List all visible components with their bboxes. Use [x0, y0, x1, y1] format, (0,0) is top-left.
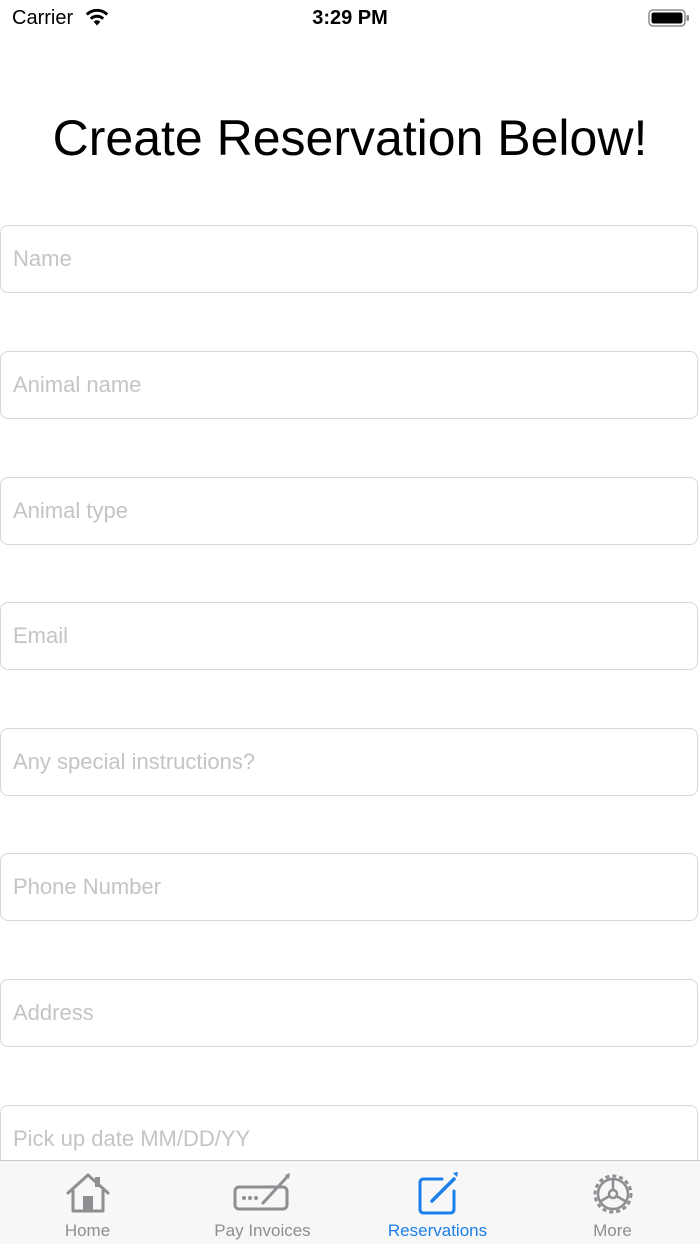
address-field-container — [0, 979, 698, 1047]
home-icon — [66, 1173, 109, 1213]
battery-icon — [648, 9, 689, 27]
address-field[interactable] — [1, 980, 697, 1046]
tab-pay-invoices[interactable]: Pay Invoices — [175, 1161, 350, 1245]
animal-type-field-container — [0, 477, 698, 545]
gear-icon — [593, 1174, 632, 1214]
animal-name-field[interactable] — [1, 352, 697, 418]
status-time: 3:29 PM — [312, 7, 388, 29]
name-field[interactable] — [1, 226, 697, 292]
compose-icon — [418, 1172, 458, 1215]
status-bar: Carrier 3:29 PM — [0, 0, 700, 40]
signature-icon — [233, 1173, 290, 1211]
animal-name-field-container — [0, 351, 698, 419]
tab-reservations[interactable]: Reservations — [350, 1161, 525, 1245]
page-title: Create Reservation Below! — [52, 110, 648, 166]
email-field-container — [0, 602, 698, 670]
tab-home-label: Home — [64, 1221, 111, 1240]
tab-more[interactable]: More — [525, 1161, 700, 1245]
tab-home[interactable]: Home — [0, 1161, 175, 1245]
email-field[interactable] — [1, 603, 697, 669]
special-instructions-field[interactable] — [1, 729, 697, 795]
tab-reservations-label: Reservations — [387, 1221, 488, 1240]
tab-bar: Home Pay Invoices Reservations More — [0, 1160, 700, 1244]
name-field-container — [0, 225, 698, 293]
phone-number-field-container — [0, 853, 698, 921]
animal-type-field[interactable] — [1, 478, 697, 544]
special-instructions-field-container — [0, 728, 698, 796]
tab-more-label: More — [593, 1221, 632, 1240]
phone-number-field[interactable] — [1, 854, 697, 920]
tab-pay-invoices-label: Pay Invoices — [214, 1221, 311, 1240]
